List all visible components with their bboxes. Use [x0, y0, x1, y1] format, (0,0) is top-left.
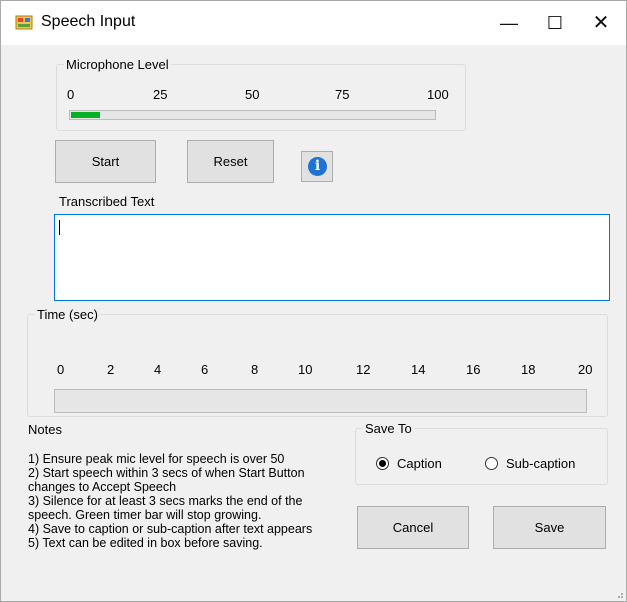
- note-line: 4) Save to caption or sub-caption after …: [28, 522, 313, 536]
- text-caret: [59, 220, 60, 235]
- time-tick-2: 2: [107, 362, 115, 377]
- save-to-legend: Save To: [365, 421, 412, 436]
- sub-caption-radio-label[interactable]: Sub-caption: [506, 456, 575, 471]
- microphone-level-bar: [69, 110, 436, 120]
- notes-title: Notes: [28, 422, 62, 437]
- info-icon: i: [308, 157, 327, 176]
- speech-input-window: Speech Input — ☐ ✕ Microphone Level 0 25…: [0, 0, 627, 602]
- time-tick-18: 18: [521, 362, 536, 377]
- microphone-level-legend: Microphone Level: [66, 57, 169, 72]
- info-button[interactable]: i: [301, 151, 333, 182]
- app-icon: [15, 15, 33, 30]
- time-progress-bar: [54, 389, 587, 413]
- reset-button[interactable]: Reset: [187, 140, 274, 183]
- transcribed-text-input[interactable]: [54, 214, 610, 301]
- transcribed-text-label: Transcribed Text: [59, 194, 155, 209]
- time-tick-0: 0: [57, 362, 65, 377]
- time-tick-10: 10: [298, 362, 313, 377]
- window-title: Speech Input: [41, 13, 136, 30]
- close-button[interactable]: ✕: [578, 1, 624, 45]
- mic-tick-25: 25: [153, 87, 168, 102]
- note-line: 1) Ensure peak mic level for speech is o…: [28, 452, 285, 466]
- save-button[interactable]: Save: [493, 506, 606, 549]
- time-legend: Time (sec): [37, 307, 98, 322]
- mic-tick-75: 75: [335, 87, 350, 102]
- time-tick-12: 12: [356, 362, 371, 377]
- note-line: speech. Green timer bar will stop growin…: [28, 508, 262, 522]
- caption-radio[interactable]: [376, 457, 389, 470]
- note-line: 5) Text can be edited in box before savi…: [28, 536, 263, 550]
- save-to-group: Save To: [355, 421, 608, 485]
- resize-grip-icon[interactable]: [614, 589, 624, 599]
- time-tick-4: 4: [154, 362, 162, 377]
- sub-caption-radio[interactable]: [485, 457, 498, 470]
- start-button[interactable]: Start: [55, 140, 156, 183]
- note-line: changes to Accept Speech: [28, 480, 177, 494]
- caption-radio-label[interactable]: Caption: [397, 456, 442, 471]
- note-line: 3) Silence for at least 3 secs marks the…: [28, 494, 303, 508]
- time-tick-16: 16: [466, 362, 481, 377]
- mic-tick-100: 100: [427, 87, 449, 102]
- title-bar[interactable]: Speech Input — ☐ ✕: [1, 1, 626, 45]
- mic-tick-0: 0: [67, 87, 75, 102]
- radio-selected-dot: [379, 460, 386, 467]
- time-tick-8: 8: [251, 362, 259, 377]
- time-tick-20: 20: [578, 362, 593, 377]
- minimize-button[interactable]: —: [486, 1, 532, 45]
- mic-tick-50: 50: [245, 87, 260, 102]
- cancel-button[interactable]: Cancel: [357, 506, 469, 549]
- maximize-button[interactable]: ☐: [532, 1, 578, 45]
- time-tick-6: 6: [201, 362, 209, 377]
- time-tick-14: 14: [411, 362, 426, 377]
- note-line: 2) Start speech within 3 secs of when St…: [28, 466, 305, 480]
- microphone-level-fill: [71, 112, 101, 118]
- notes-list: 1) Ensure peak mic level for speech is o…: [28, 452, 348, 550]
